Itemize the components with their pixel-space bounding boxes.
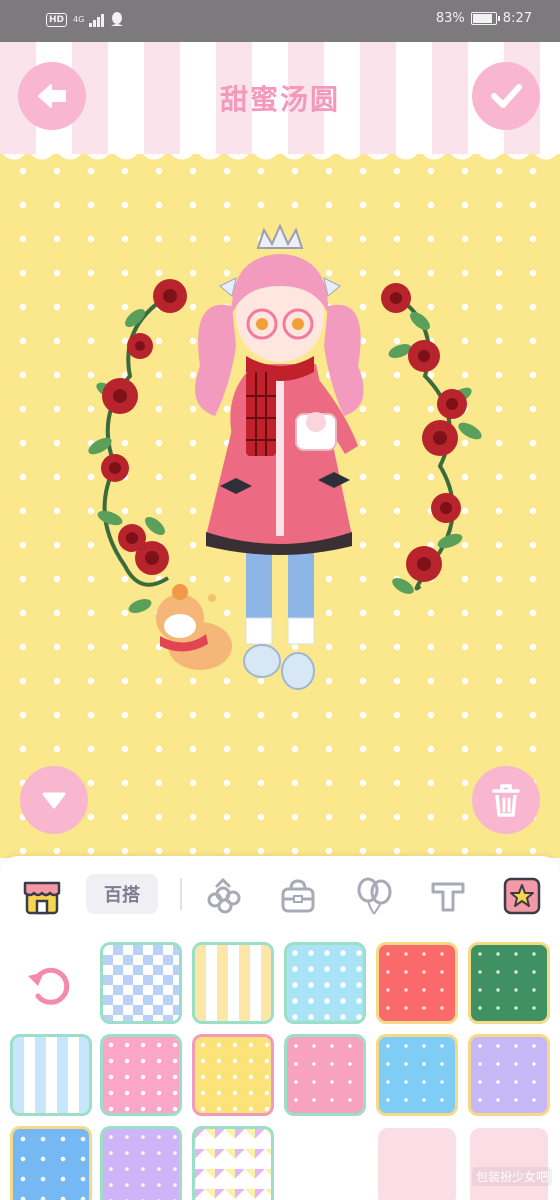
background-tile-sky-sparkle[interactable] bbox=[376, 1034, 458, 1116]
background-tile-blue-stars[interactable] bbox=[10, 1126, 92, 1200]
refresh-icon bbox=[28, 967, 70, 1005]
qq-notification-icon bbox=[111, 12, 124, 26]
character-illustration bbox=[88, 223, 482, 690]
background-tile-placeholder bbox=[470, 1128, 548, 1200]
collapse-button[interactable] bbox=[20, 766, 88, 834]
tab-basics[interactable]: 百搭 bbox=[86, 874, 158, 914]
tab-text[interactable] bbox=[426, 876, 470, 916]
hd-badge: HD bbox=[46, 13, 68, 27]
background-tile-blue-drops[interactable] bbox=[284, 942, 366, 1024]
network-type: 4G bbox=[73, 15, 85, 24]
triangle-down-icon bbox=[42, 792, 66, 809]
reset-button[interactable] bbox=[22, 958, 78, 1014]
background-tile-lavender-sparkle[interactable] bbox=[468, 1034, 550, 1116]
signal-icon bbox=[89, 13, 105, 27]
bag-icon bbox=[281, 879, 315, 913]
star-frame-icon bbox=[503, 877, 541, 915]
background-tile-red-sparkle[interactable] bbox=[376, 942, 458, 1024]
clock: 8:27 bbox=[502, 11, 532, 26]
shop-icon bbox=[23, 881, 61, 915]
trash-icon bbox=[492, 784, 520, 817]
battery-icon bbox=[470, 12, 500, 25]
item-panel: 百搭 包装扮少女吧 bbox=[0, 856, 560, 1200]
background-tile-pastel-zigzag[interactable] bbox=[192, 1126, 274, 1200]
balloon-icon bbox=[357, 877, 392, 915]
background-tile-cream-stripe[interactable] bbox=[192, 942, 274, 1024]
background-tile-blue-diamond[interactable] bbox=[100, 942, 182, 1024]
tab-shop[interactable] bbox=[20, 876, 64, 916]
girl-figure bbox=[195, 223, 364, 690]
background-tile-green-sparkle[interactable] bbox=[468, 942, 550, 1024]
confirm-button[interactable] bbox=[472, 62, 540, 130]
tab-divider bbox=[180, 878, 182, 910]
background-tile-blue-stripe[interactable] bbox=[10, 1034, 92, 1116]
battery-percent: 83% bbox=[435, 11, 465, 26]
background-tile-pink-dots[interactable] bbox=[100, 1034, 182, 1116]
background-tile-placeholder bbox=[378, 1128, 456, 1200]
status-bar: HD 4G 83% 8:27 bbox=[0, 0, 560, 42]
background-tile-pink-dots-2[interactable] bbox=[284, 1034, 366, 1116]
background-tile-purple-dots[interactable] bbox=[100, 1126, 182, 1200]
tab-backgrounds[interactable] bbox=[500, 876, 544, 916]
tab-accessories[interactable] bbox=[202, 876, 246, 916]
dress-up-stage bbox=[0, 146, 560, 858]
watermark: 包装扮少女吧 bbox=[471, 1167, 552, 1186]
tab-handhelds[interactable] bbox=[352, 876, 396, 916]
checkmark-icon bbox=[491, 84, 522, 108]
flower-accessory-icon bbox=[207, 877, 241, 914]
shiba-dog bbox=[156, 584, 232, 670]
text-icon bbox=[431, 882, 465, 912]
header: 甜蜜汤圆 bbox=[0, 42, 560, 154]
delete-button[interactable] bbox=[472, 766, 540, 834]
tab-bags[interactable] bbox=[276, 876, 320, 916]
background-tile-yellow-dots[interactable] bbox=[192, 1034, 274, 1116]
